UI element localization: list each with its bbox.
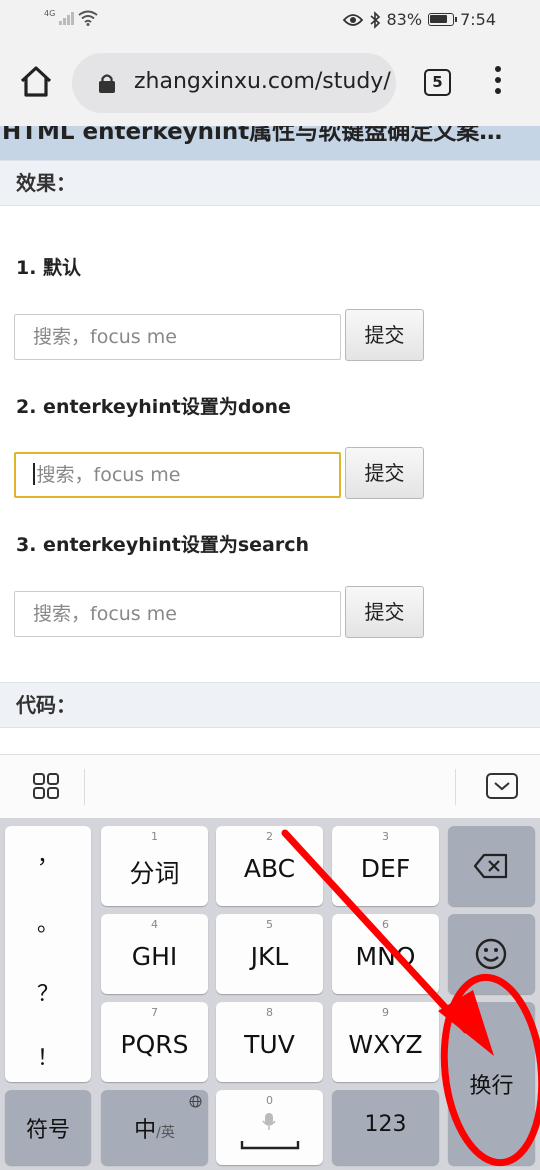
browser-toolbar: zhangxinxu.com/study/ 5 [0, 40, 540, 126]
example-label: 1. 默认 [16, 257, 82, 279]
space-key[interactable]: 0 [216, 1090, 323, 1165]
delete-key[interactable] [448, 826, 535, 906]
key-number: 6 [382, 918, 389, 931]
symbols-key[interactable]: 符号 [5, 1090, 91, 1165]
key-label: WXYZ [348, 1030, 423, 1059]
key-number: 7 [151, 1006, 158, 1019]
wifi-icon [78, 10, 98, 26]
tab-switcher-button[interactable]: 5 [424, 69, 451, 96]
globe-icon [189, 1095, 202, 1108]
keyboard-collapse-icon[interactable] [486, 773, 518, 799]
key-1[interactable]: 1 分词 [101, 826, 208, 906]
home-icon[interactable] [16, 62, 56, 102]
punctuation-period[interactable]: 。 [5, 906, 91, 938]
key-number: 3 [382, 830, 389, 843]
search-input-done[interactable]: 搜索，focus me [14, 452, 341, 498]
section-heading-code: 代码： [0, 682, 540, 728]
url-text: zhangxinxu.com/study/ [134, 69, 391, 94]
number-mode-key[interactable]: 123 [332, 1090, 439, 1165]
eye-icon [342, 13, 363, 26]
divider [84, 769, 85, 805]
key-6[interactable]: 6 MNO [332, 914, 439, 994]
key-number: 8 [266, 1006, 273, 1019]
input-placeholder: 搜索，focus me [36, 464, 181, 486]
key-label: TUV [244, 1030, 295, 1059]
submit-button[interactable]: 提交 [345, 447, 424, 499]
enter-key-label: 换行 [469, 1074, 514, 1099]
search-input-search[interactable]: 搜索，focus me [14, 591, 341, 637]
key-7[interactable]: 7 PQRS [101, 1002, 208, 1082]
key-5[interactable]: 5 JKL [216, 914, 323, 994]
lang-alt-label: /英 [156, 1125, 175, 1141]
address-bar[interactable]: zhangxinxu.com/study/ [72, 53, 396, 113]
text-caret [33, 462, 35, 485]
key-number: 1 [151, 830, 158, 843]
battery-percent: 83% [386, 10, 423, 29]
key-label: GHI [131, 942, 178, 971]
more-menu-icon[interactable] [490, 66, 506, 102]
enter-key[interactable]: 换行 [448, 1002, 535, 1165]
smiley-icon [475, 938, 507, 970]
key-label: DEF [360, 854, 411, 883]
key-number: 9 [382, 1006, 389, 1019]
battery-icon [428, 13, 458, 26]
search-input-default[interactable]: 搜索，focus me [14, 314, 341, 360]
symbols-key-label: 符号 [25, 1118, 70, 1143]
key-3[interactable]: 3 DEF [332, 826, 439, 906]
web-page: HTML enterkeyhint属性与软键盘确定文案… 效果： 1. 默认 搜… [0, 126, 540, 754]
punctuation-key-column[interactable]: ， 。 ？ ！ [5, 826, 91, 1082]
submit-button[interactable]: 提交 [345, 586, 424, 638]
network-type: 4G [44, 8, 56, 18]
lock-icon [99, 74, 115, 93]
bluetooth-icon [369, 10, 380, 29]
key-label: 分词 [129, 859, 180, 888]
key-9[interactable]: 9 WXYZ [332, 1002, 439, 1082]
lang-main-label: 中 [134, 1118, 157, 1143]
key-2[interactable]: 2 ABC [216, 826, 323, 906]
example-label: 3. enterkeyhint设置为search [16, 534, 310, 556]
key-number: 5 [266, 918, 273, 931]
punctuation-exclamation[interactable]: ！ [5, 1040, 91, 1072]
soft-keyboard: ， 。 ？ ！ 1 分词 2 ABC 3 DEF 4 GHI 5 JKL 6 MNO 7 PQ… [0, 818, 540, 1170]
key-number: 4 [151, 918, 158, 931]
space-bar-icon [240, 1141, 300, 1150]
backspace-icon [473, 853, 508, 879]
section-heading-effect: 效果： [0, 160, 540, 206]
grid-menu-icon[interactable] [33, 773, 59, 799]
key-label: ABC [243, 854, 296, 883]
example-label: 2. enterkeyhint设置为done [16, 396, 291, 418]
number-mode-label: 123 [364, 1112, 407, 1137]
key-4[interactable]: 4 GHI [101, 914, 208, 994]
page-title: HTML enterkeyhint属性与软键盘确定文案… [0, 126, 540, 160]
key-label: JKL [250, 942, 289, 971]
signal-icon [59, 11, 75, 25]
punctuation-question[interactable]: ？ [5, 976, 91, 1008]
status-bar: 4G 83% 7:54 [0, 0, 540, 40]
microphone-icon [262, 1113, 276, 1130]
key-label: PQRS [120, 1030, 189, 1059]
key-label: MNO [355, 942, 416, 971]
punctuation-comma[interactable]: ， [5, 838, 91, 870]
key-8[interactable]: 8 TUV [216, 1002, 323, 1082]
key-number: 2 [266, 830, 273, 843]
divider [455, 769, 456, 805]
language-switch-key[interactable]: 中/英 [101, 1090, 208, 1165]
submit-button[interactable]: 提交 [345, 309, 424, 361]
emoji-key[interactable] [448, 914, 535, 994]
clock: 7:54 [460, 10, 496, 29]
keyboard-toolbar [0, 754, 540, 818]
key-number: 0 [266, 1094, 273, 1107]
language-key-label: 中/英 [101, 1112, 208, 1144]
